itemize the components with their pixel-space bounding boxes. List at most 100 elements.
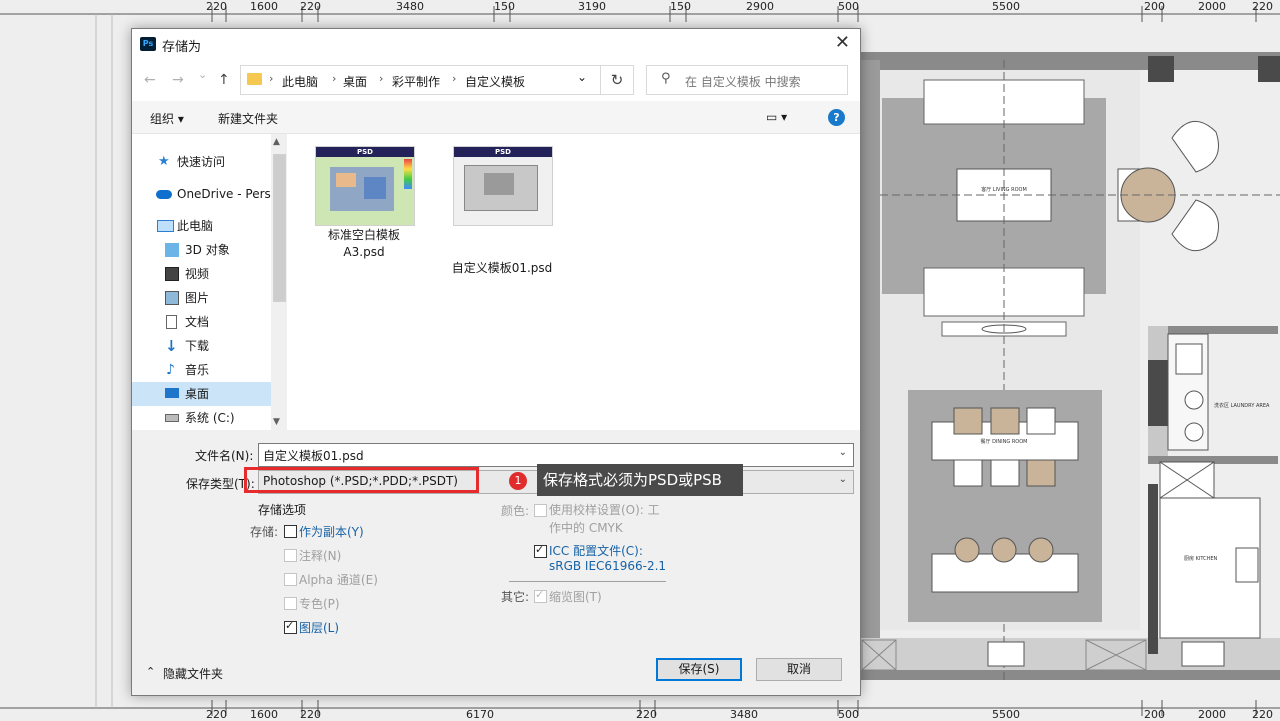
ruler-label: 200 — [1144, 0, 1165, 13]
sidebar-item-3d-objects[interactable]: 3D 对象 — [132, 238, 272, 262]
storage-label: 存储: — [250, 525, 279, 539]
save-as-dialog: Ps 存储为 ✕ ← → ⌄ ↑ › 此电脑 › 桌面 › 彩平制作 › 自定义… — [131, 28, 861, 696]
ruler-label: 220 — [300, 0, 321, 13]
breadcrumb-separator: › — [379, 72, 384, 85]
sidebar-item-system-drive[interactable]: 系统 (C:) — [132, 406, 272, 430]
up-folder-icon[interactable]: ↑ — [218, 72, 230, 88]
download-icon: ↓ — [165, 337, 178, 355]
notes-checkbox[interactable] — [284, 549, 297, 562]
save-button[interactable]: 保存(S) — [656, 658, 742, 681]
breadcrumb-desktop[interactable]: 桌面 — [343, 73, 367, 90]
search-icon: ⚲ — [661, 71, 671, 86]
ruler-label: 220 — [1252, 708, 1273, 721]
ruler-label: 5500 — [992, 708, 1020, 721]
psd-badge: PSD — [454, 147, 552, 157]
scroll-up-icon[interactable]: ▲ — [273, 137, 280, 147]
sidebar-item-label: 快速访问 — [177, 155, 226, 169]
sidebar-item-quick-access[interactable]: ★ 快速访问 — [132, 150, 272, 174]
scrollbar-thumb[interactable] — [273, 154, 286, 302]
ruler-label: 6170 — [466, 708, 494, 721]
organize-menu[interactable]: 组织 ▾ — [150, 110, 184, 127]
ruler-label: 3480 — [396, 0, 424, 13]
sidebar-item-label: 视频 — [185, 267, 210, 281]
spot-color-checkbox[interactable] — [284, 597, 297, 610]
sidebar-item-videos[interactable]: 视频 — [132, 262, 272, 286]
sidebar-item-onedrive[interactable]: OneDrive - Perso — [132, 182, 278, 206]
annotation-callout: 保存格式必须为PSD或PSB — [537, 464, 743, 496]
folder-icon — [247, 73, 262, 85]
layers-label[interactable]: 图层(L) — [299, 619, 339, 636]
address-dropdown-icon[interactable]: ⌄ — [577, 70, 587, 84]
navigation-scrollbar[interactable]: ▲ ▼ — [271, 134, 286, 430]
icc-profile-label[interactable]: ICC 配置文件(C): — [549, 542, 643, 559]
alpha-checkbox[interactable] — [284, 573, 297, 586]
close-icon[interactable]: ✕ — [835, 32, 850, 53]
sidebar-item-label: OneDrive - Perso — [177, 187, 279, 201]
help-icon[interactable]: ? — [828, 109, 845, 126]
layers-checkbox[interactable] — [284, 619, 297, 634]
psd-thumbnail-icon: PSD — [315, 146, 415, 226]
new-folder-button[interactable]: 新建文件夹 — [218, 110, 278, 127]
dialog-title: 存储为 — [162, 40, 202, 55]
back-arrow-icon[interactable]: ← — [144, 72, 156, 88]
scroll-down-icon[interactable]: ▼ — [273, 417, 280, 427]
photoshop-logo-icon: Ps — [140, 37, 156, 51]
ruler-label: 500 — [838, 708, 859, 721]
hide-folders-button[interactable]: 隐藏文件夹 — [163, 665, 223, 682]
color-label: 颜色: — [501, 504, 530, 518]
cancel-button[interactable]: 取消 — [756, 658, 842, 681]
save-options-title: 存储选项 — [258, 503, 307, 517]
sidebar-item-label: 下载 — [185, 339, 210, 353]
filename-label: 文件名(N): — [195, 449, 254, 463]
sidebar-item-downloads[interactable]: ↓ 下载 — [132, 334, 272, 358]
highlight-box — [244, 467, 479, 493]
chevron-down-icon[interactable]: ⌄ — [839, 447, 847, 458]
icc-profile-checkbox[interactable] — [534, 543, 547, 558]
breadcrumb-separator: › — [269, 72, 274, 85]
document-icon — [166, 315, 177, 329]
search-placeholder: 在 自定义模板 中搜索 — [685, 75, 801, 89]
sidebar-item-pictures[interactable]: 图片 — [132, 286, 272, 310]
ruler-label: 2000 — [1198, 0, 1226, 13]
title-bar[interactable]: Ps 存储为 ✕ — [132, 29, 860, 59]
sidebar-item-desktop[interactable]: 桌面 — [132, 382, 272, 406]
spot-color-label: 专色(P) — [299, 597, 340, 611]
navigation-pane: ★ 快速访问 OneDrive - Perso 此电脑 3D 对象 视频 图片 … — [132, 134, 286, 430]
ruler-label: 2900 — [746, 0, 774, 13]
ruler-label: 220 — [636, 708, 657, 721]
as-copy-checkbox[interactable] — [284, 525, 297, 538]
as-copy-label[interactable]: 作为副本(Y) — [299, 523, 364, 540]
breadcrumb-current[interactable]: 自定义模板 — [465, 73, 525, 90]
ruler-label: 3480 — [730, 708, 758, 721]
search-input[interactable]: ⚲ 在 自定义模板 中搜索 — [646, 65, 848, 95]
sidebar-item-documents[interactable]: 文档 — [132, 310, 272, 334]
breadcrumb-folder[interactable]: 彩平制作 — [392, 73, 440, 90]
music-icon: ♪ — [166, 362, 175, 378]
proof-setup-checkbox[interactable] — [534, 504, 547, 517]
recent-dropdown-icon[interactable]: ⌄ — [198, 68, 207, 81]
chevron-down-icon[interactable]: ⌄ — [839, 474, 847, 485]
chevron-up-icon[interactable]: ⌃ — [146, 665, 155, 678]
ruler-label: 1600 — [250, 708, 278, 721]
sidebar-item-label: 此电脑 — [177, 219, 214, 233]
refresh-icon[interactable]: ↻ — [600, 65, 634, 95]
address-bar[interactable]: › 此电脑 › 桌面 › 彩平制作 › 自定义模板 ⌄ — [240, 65, 602, 95]
video-icon — [165, 267, 179, 281]
sidebar-item-label: 桌面 — [185, 387, 210, 401]
view-options-icon[interactable]: ▭ ▾ — [766, 110, 787, 124]
navigation-row: ← → ⌄ ↑ › 此电脑 › 桌面 › 彩平制作 › 自定义模板 ⌄ ↻ ⚲ … — [132, 59, 860, 101]
svg-text:厨房 KITCHEN: 厨房 KITCHEN — [1184, 555, 1218, 562]
thumbnail-checkbox[interactable] — [534, 588, 547, 603]
breadcrumb-this-pc[interactable]: 此电脑 — [282, 73, 318, 90]
ruler-label: 150 — [670, 0, 691, 13]
ruler-label: 220 — [206, 0, 227, 13]
sidebar-item-this-pc[interactable]: 此电脑 — [132, 214, 272, 238]
proof-setup-label: 使用校样设置(O): 工 — [549, 503, 660, 517]
ruler-label: 200 — [1144, 708, 1165, 721]
ruler-label: 3190 — [578, 0, 606, 13]
ruler-label: 220 — [1252, 0, 1273, 13]
thumbnail-label: 缩览图(T) — [549, 590, 602, 604]
forward-arrow-icon[interactable]: → — [172, 72, 184, 88]
svg-text:餐厅 DINING ROOM: 餐厅 DINING ROOM — [981, 438, 1028, 445]
sidebar-item-music[interactable]: ♪ 音乐 — [132, 358, 272, 382]
